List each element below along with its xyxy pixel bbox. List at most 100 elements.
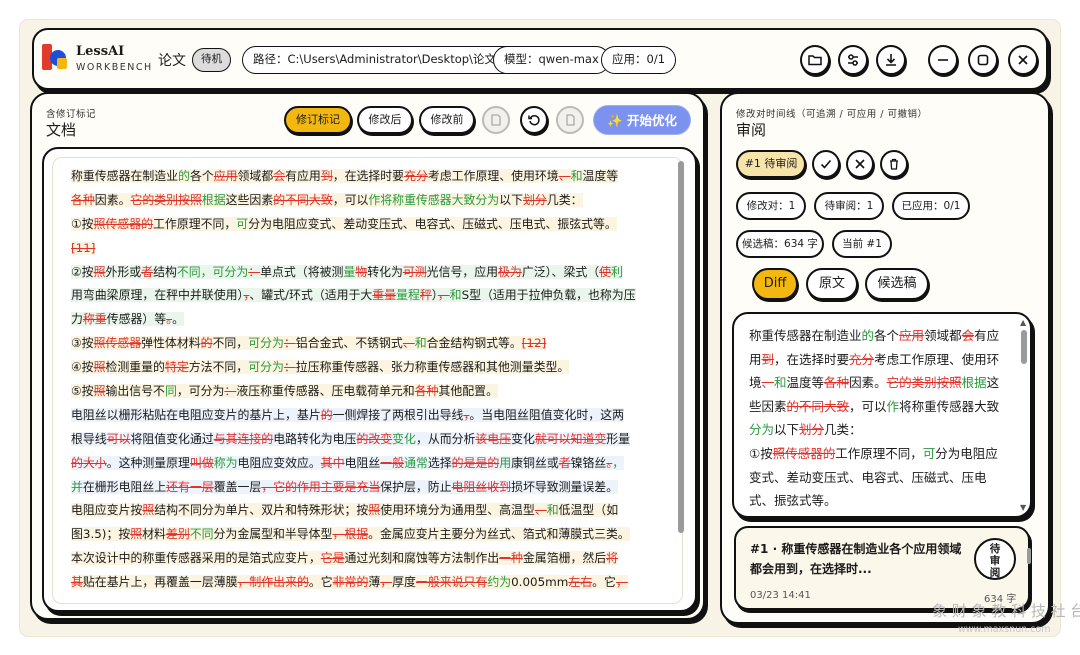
inserted-text: 变化 bbox=[392, 431, 416, 446]
accept-button[interactable] bbox=[812, 150, 840, 178]
copy-button[interactable] bbox=[556, 106, 584, 134]
open-folder-button[interactable] bbox=[800, 45, 830, 75]
inserted-text: 和 bbox=[774, 375, 787, 391]
text-line: ①按照传感器的工作原理不同，可分为电阻应 bbox=[749, 442, 999, 466]
deleted-text: 重量 bbox=[372, 288, 397, 303]
inserted-text: 并 bbox=[71, 479, 83, 494]
apply-chip: 应用：0/1 bbox=[601, 46, 677, 74]
reject-button[interactable] bbox=[846, 150, 874, 178]
settings-icon bbox=[848, 54, 858, 66]
deleted-text: ， bbox=[615, 575, 628, 590]
deleted-text: 将 bbox=[606, 551, 619, 566]
before-view-button[interactable]: 修改前 bbox=[419, 106, 475, 134]
text-line: [11] bbox=[749, 513, 999, 516]
text-segment: ⑤按 bbox=[71, 384, 94, 399]
text-segment: 厚度 bbox=[392, 575, 416, 590]
applied-count: 已应用：0/1 bbox=[892, 192, 970, 220]
delete-button[interactable] bbox=[880, 150, 908, 178]
text-line: 电阻应变片按照结构不同分为单片、双片和特殊形状；按照使用环境分为通用型、高温型、… bbox=[71, 499, 636, 523]
deleted-text: 极为 bbox=[498, 264, 522, 279]
text-segment: 康铜丝或 bbox=[511, 455, 559, 470]
inserted-text: 可 bbox=[922, 445, 936, 461]
text-line: 些因素的不同大致，可以作将称重传感器大致 bbox=[749, 395, 999, 419]
text-segment: 、罐式/环式（适用于大 bbox=[249, 288, 373, 303]
review-panel-caption: 修改对时间线（可追溯 / 可应用 / 可撤销） bbox=[736, 109, 928, 120]
text-segment: 使用环境分为通用型、高温型 bbox=[380, 503, 535, 518]
revision-status-badge: 待审阅 bbox=[974, 538, 1016, 580]
text-segment: 合金结构钢式等。 bbox=[426, 336, 522, 351]
deleted-text: 到 bbox=[320, 169, 333, 183]
folder-icon bbox=[808, 55, 822, 66]
inserted-text: 的 bbox=[861, 328, 875, 343]
start-optimize-button[interactable]: ✨ 开始优化 bbox=[593, 105, 691, 135]
text-segment: 领域都 bbox=[237, 169, 274, 183]
tab-original[interactable]: 原文 bbox=[806, 268, 858, 300]
text-segment: ①按 bbox=[749, 445, 773, 461]
text-segment: 境 bbox=[749, 375, 762, 391]
diff-view[interactable]: 称重传感器在制造业的各个应用领域都会有应 用到，在选择时要充分考虑工作原理、使用环… bbox=[732, 312, 1032, 518]
model-chip: 模型：qwen-max bbox=[493, 46, 610, 74]
deleted-text: 各种 bbox=[824, 375, 850, 391]
after-view-button[interactable]: 修改后 bbox=[357, 106, 413, 134]
deleted-text: 可测 bbox=[402, 264, 427, 279]
text-line: 力称重传感器）等。。 bbox=[71, 308, 636, 332]
inserted-text: 约为 bbox=[487, 575, 512, 590]
text-line: ③按照传感器弹性体材料的不同，可分为：铝合金式、不锈钢式、和合金结构钢式等。[1… bbox=[71, 332, 636, 356]
card-scrollbar[interactable] bbox=[1027, 548, 1031, 564]
deleted-text: 应用 bbox=[213, 169, 238, 183]
text-segment: 电阻应变片按 bbox=[71, 503, 143, 518]
document-scrollbar[interactable] bbox=[678, 161, 684, 533]
deleted-text: 非常的 bbox=[332, 575, 369, 590]
text-segment: ，可以 bbox=[332, 192, 369, 207]
scroll-up-arrow-icon[interactable]: ▲ bbox=[1020, 318, 1026, 327]
deleted-text: 使 bbox=[599, 264, 612, 279]
text-line: 各种因素。它的类别按照根据这些因素的不同大致，可以作将称重传感器大致分为以下划分… bbox=[71, 189, 636, 213]
text-segment: 输出信号不 bbox=[105, 384, 165, 399]
text-segment: 贴在基片上，再覆盖一层薄膜 bbox=[82, 575, 238, 590]
revision-card-title: #1 · 称重传感器在制造业各个应用领域 bbox=[750, 542, 962, 556]
review-panel: 修改对时间线（可追溯 / 可应用 / 可撤销） 审阅 #1 待审阅 修改对：1 … bbox=[720, 92, 1050, 624]
deleted-text: 照 bbox=[130, 527, 143, 542]
text-segment: 广泛）、梁式（ bbox=[521, 264, 600, 279]
reset-button[interactable] bbox=[520, 106, 548, 134]
deleted-text: 的不同大致 bbox=[786, 398, 850, 414]
maximize-button[interactable] bbox=[968, 45, 998, 75]
text-segment: 电路转化为电压 bbox=[273, 431, 357, 446]
text-segment: 几类 bbox=[824, 422, 850, 438]
app-window: LessAI WORKBENCH 论文 待机 路径：C:\Users\Admin… bbox=[20, 20, 1080, 636]
settings-button[interactable] bbox=[838, 45, 868, 75]
text-segment: 温度等 bbox=[582, 169, 619, 183]
text-segment: ，可以 bbox=[849, 398, 887, 414]
text-segment: 损坏导致测量误差。 bbox=[511, 479, 619, 494]
tab-candidate[interactable]: 候选稿 bbox=[865, 268, 929, 300]
deleted-text: 其中 bbox=[320, 455, 345, 470]
minimize-button[interactable] bbox=[928, 45, 958, 75]
text-line: ⑤按照输出信号不同，可分为：液压称重传感器、压电载荷单元和各种其他配置。 bbox=[71, 380, 636, 404]
text-line: 分为以下划分几类： bbox=[749, 418, 999, 442]
app-name: LessAI bbox=[76, 44, 125, 59]
text-line: 并在栅形电阻丝上还有一层覆盖一层，它的作用主要是充当保护层，防止电阻丝收到损坏导… bbox=[71, 476, 636, 500]
maximize-icon bbox=[977, 54, 989, 66]
deleted-text: 差别 bbox=[165, 527, 190, 542]
app-subtitle: WORKBENCH bbox=[76, 62, 153, 73]
close-button[interactable] bbox=[1008, 45, 1038, 75]
document-editor[interactable]: 称重传感器在制造业的各个应用领域都会有应用到，在选择时要充分考虑工作原理、使用环… bbox=[42, 147, 697, 612]
tab-diff[interactable]: Diff bbox=[752, 268, 798, 300]
deleted-text: 、 bbox=[534, 503, 547, 518]
edit-button[interactable] bbox=[482, 106, 510, 134]
text-segment: ①按 bbox=[71, 216, 94, 231]
text-segment: 这 bbox=[986, 375, 1000, 391]
deleted-text: ，根据 bbox=[332, 527, 369, 542]
deleted-text: 可以 bbox=[106, 431, 131, 446]
deleted-text: 照 bbox=[93, 264, 106, 279]
revision-card[interactable]: #1 · 称重传感器在制造业各个应用领域 都会用到，在选择时... 待审阅 03… bbox=[734, 526, 1030, 610]
marked-view-button[interactable]: 修订标记 bbox=[284, 106, 352, 134]
deleted-text: 的改变 bbox=[356, 431, 393, 446]
export-button[interactable] bbox=[876, 45, 906, 75]
pending-review-badge[interactable]: #1 待审阅 bbox=[736, 150, 806, 178]
text-segment: 。 bbox=[106, 455, 119, 470]
diff-scrollbar[interactable] bbox=[1021, 330, 1027, 364]
deleted-text: 照传感器的 bbox=[772, 445, 836, 461]
scroll-down-arrow-icon[interactable]: ▼ bbox=[1020, 503, 1026, 512]
inserted-text: 用 bbox=[499, 455, 512, 470]
